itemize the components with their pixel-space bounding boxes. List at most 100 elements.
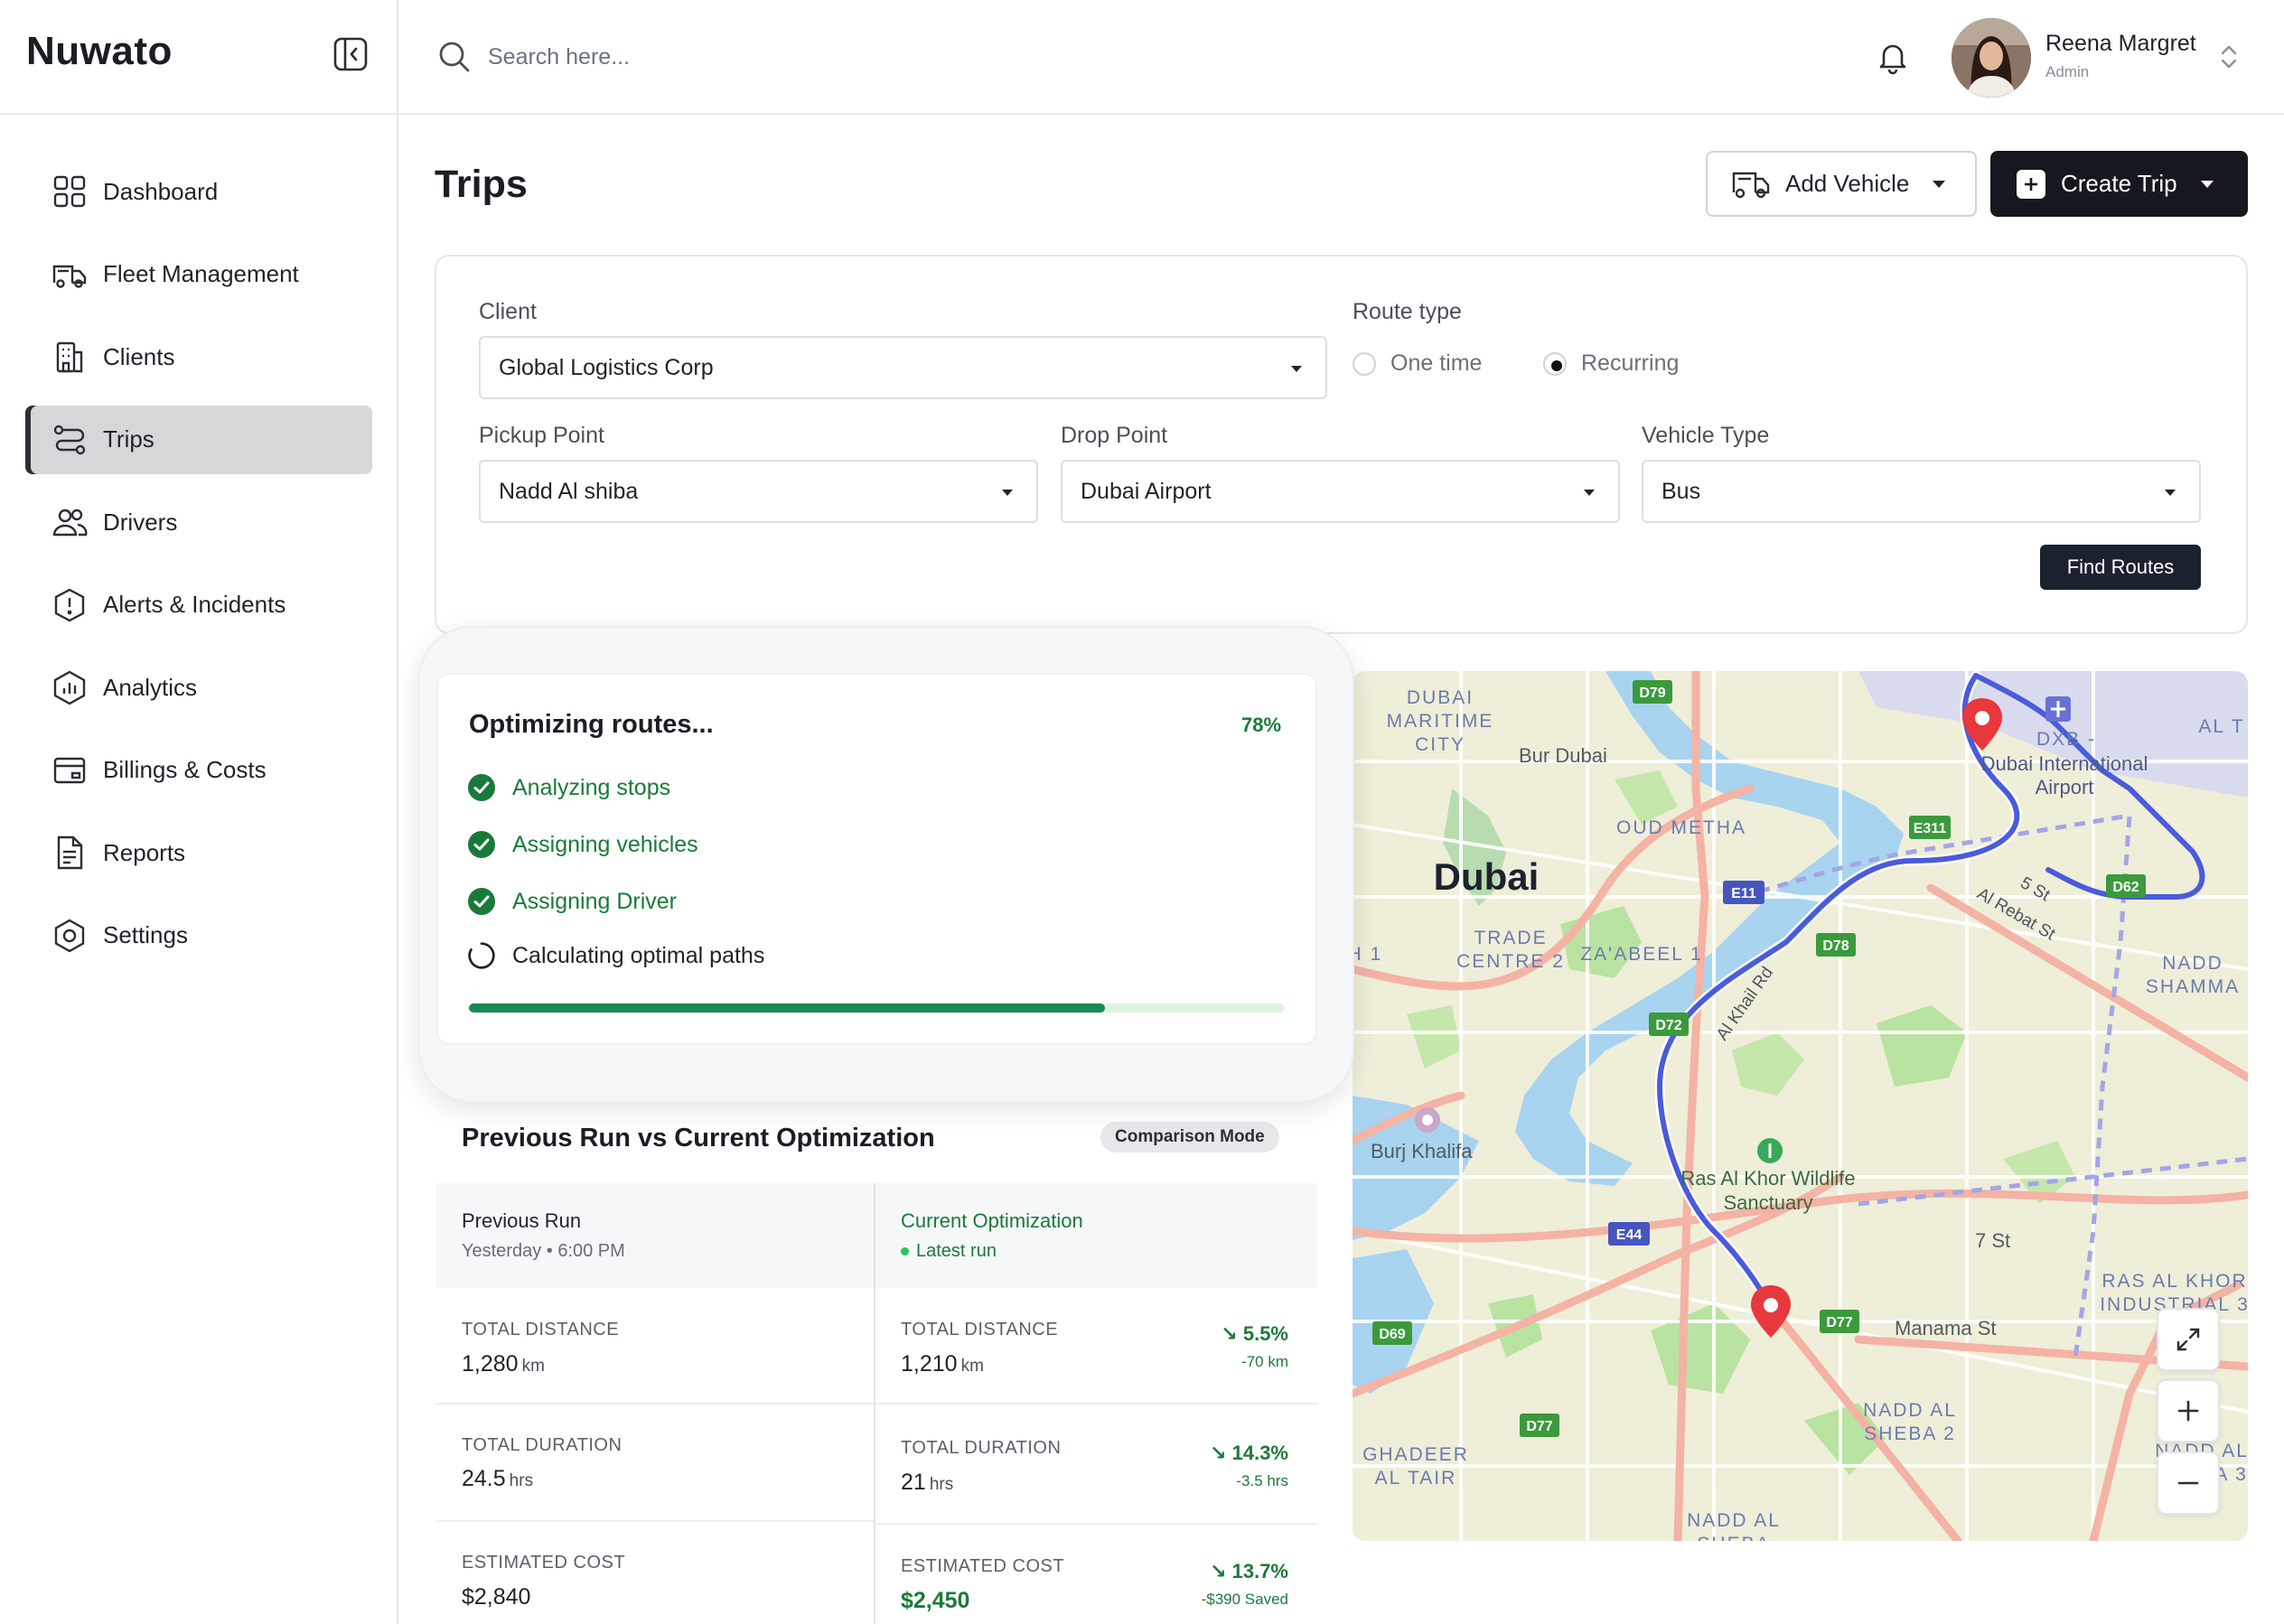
sidebar-item-label: Trips [103,425,154,453]
chevron-down-icon [1584,490,1595,496]
check-circle-icon [468,774,495,801]
sidebar-item-alerts-incidents[interactable]: Alerts & Incidents [25,571,372,639]
drop-select[interactable]: Dubai Airport [1061,460,1620,523]
vehicle-type-value: Bus [1662,478,1701,504]
sidebar-item-label: Settings [103,921,188,948]
row-divider [436,1403,874,1405]
brand-logo: Nuwato [26,29,173,73]
metric-number: $2,840 [462,1584,531,1610]
metric-label: ESTIMATED COST [901,1556,1065,1576]
metric-delta-sub: -70 km [1241,1353,1288,1370]
add-vehicle-button[interactable]: Add Vehicle [1706,151,1977,217]
metric-label: TOTAL DISTANCE [462,1320,620,1339]
optimizing-title: Optimizing routes... [469,710,714,739]
client-value: Global Logistics Corp [499,354,714,380]
metric-unit: hrs [929,1475,954,1494]
search-icon [439,42,470,72]
sidebar-item-fleet-management[interactable]: Fleet Management [25,240,372,309]
highway-shield-label: D77 [1526,1419,1552,1434]
trend-down-icon: ↘ [1210,1560,1232,1582]
highway-shield-label: D79 [1639,686,1665,701]
step-item: Assigning Driver [467,887,677,916]
top-header: Nuwato Reena Margret Admin [0,0,2284,115]
pickup-select[interactable]: Nadd Al shiba [479,460,1038,523]
find-routes-button[interactable]: Find Routes [2040,545,2201,590]
highway-shield-label: D72 [1655,1018,1681,1033]
trend-down-icon: ↘ [1210,1442,1232,1464]
row-divider [436,1520,874,1522]
sidebar-item-analytics[interactable]: Analytics [25,653,372,722]
map-label-trade-centre: CENTRE 2 [1456,951,1565,972]
sidebar-collapse-icon[interactable] [332,36,369,72]
chevron-down-icon [1291,366,1302,372]
sidebar-item-clients[interactable]: Clients [25,322,372,391]
sidebar-item-reports[interactable]: Reports [25,818,372,887]
loading-spinner-icon [468,942,495,969]
latest-run-label: Latest run [916,1241,997,1261]
sidebar-item-billings-costs[interactable]: Billings & Costs [25,736,372,805]
metric-value: 1,210 km [901,1351,984,1377]
map-label-burj-khalifa: Burj Khalifa [1371,1140,1473,1162]
step-label: Analyzing stops [512,774,671,800]
notification-bell-icon[interactable] [1874,38,1912,76]
map-label-airport: DXB - [2036,729,2096,750]
client-select[interactable]: Global Logistics Corp [479,336,1327,399]
chevron-down-icon [2200,180,2214,188]
plus-icon [2177,1400,2199,1422]
map-label-ghadeer: GHADEER [1362,1444,1469,1465]
radio-label: Recurring [1581,350,1680,376]
map-label-industrial: RAS AL KHOR [2101,1271,2247,1292]
step-item: Calculating optimal paths [467,941,764,970]
avatar[interactable] [1952,18,2031,98]
route-type-one-time-radio[interactable]: One time [1353,350,1482,377]
map-label-trade-centre: TRADE [1474,928,1547,948]
vehicle-type-select[interactable]: Bus [1642,460,2201,523]
metric-value: 21 hrs [901,1470,953,1496]
metric-number: 21 [901,1470,926,1495]
map-label-ghadeer: AL TAIR [1375,1468,1457,1489]
chevron-down-icon [2165,490,2176,496]
sidebar-item-label: Clients [103,342,175,370]
user-role: Admin [2045,63,2090,80]
route-map[interactable]: D79 E11 D78 E311 D62 D72 E44 D69 D77 D77… [1353,671,2248,1541]
optimizing-progress-bar [469,1003,1285,1013]
optimizing-progress-fill [469,1003,1106,1013]
user-name: Reena Margret [2045,31,2196,56]
metric-delta: ↘ 5.5% [1144,1322,1288,1346]
previous-run-title: Previous Run [462,1209,582,1232]
chevron-down-icon [1933,180,1946,188]
analytics-icon [53,670,86,705]
route-type-recurring-radio[interactable]: Recurring [1543,350,1679,377]
page-title: Trips [435,163,528,206]
radio-button [1353,351,1376,376]
search-input[interactable] [488,38,1030,76]
sidebar-item-label: Reports [103,838,186,866]
create-trip-button[interactable]: Create Trip [1990,151,2248,217]
row-divider [875,1523,1317,1525]
map-canvas: D79 E11 D78 E311 D62 D72 E44 D69 D77 D77… [1353,671,2248,1541]
metric-label: TOTAL DISTANCE [901,1320,1059,1339]
sidebar-item-drivers[interactable]: Drivers [25,488,372,556]
chevron-updown-icon[interactable] [2217,42,2241,72]
metric-number: 1,280 [462,1351,519,1377]
zoom-in-button[interactable] [2157,1379,2220,1442]
drop-value: Dubai Airport [1081,478,1212,504]
map-label-ras-al-khor: Sanctuary [1723,1191,1812,1214]
sidebar-item-trips[interactable]: Trips [25,405,372,474]
step-item: Analyzing stops [467,773,670,802]
map-label-ras-al-khor: Ras Al Khor Wildlife [1680,1167,1855,1190]
highway-shield-label: D77 [1826,1315,1852,1330]
map-label-city: Dubai [1434,855,1540,898]
report-icon [57,835,83,870]
map-label-maritime: MARITIME [1387,711,1494,732]
metric-number: 1,210 [901,1351,958,1377]
delta-value: 14.3% [1231,1442,1288,1464]
sidebar-item-settings[interactable]: Settings [25,901,372,970]
fullscreen-button[interactable] [2157,1308,2220,1371]
optimizing-percent: 78% [1241,714,1282,736]
client-label: Client [479,299,537,324]
zoom-out-button[interactable] [2157,1451,2220,1515]
sidebar-item-dashboard[interactable]: Dashboard [25,157,372,226]
vehicle-icon [1732,172,1770,198]
highway-shield-label: E11 [1731,886,1756,901]
